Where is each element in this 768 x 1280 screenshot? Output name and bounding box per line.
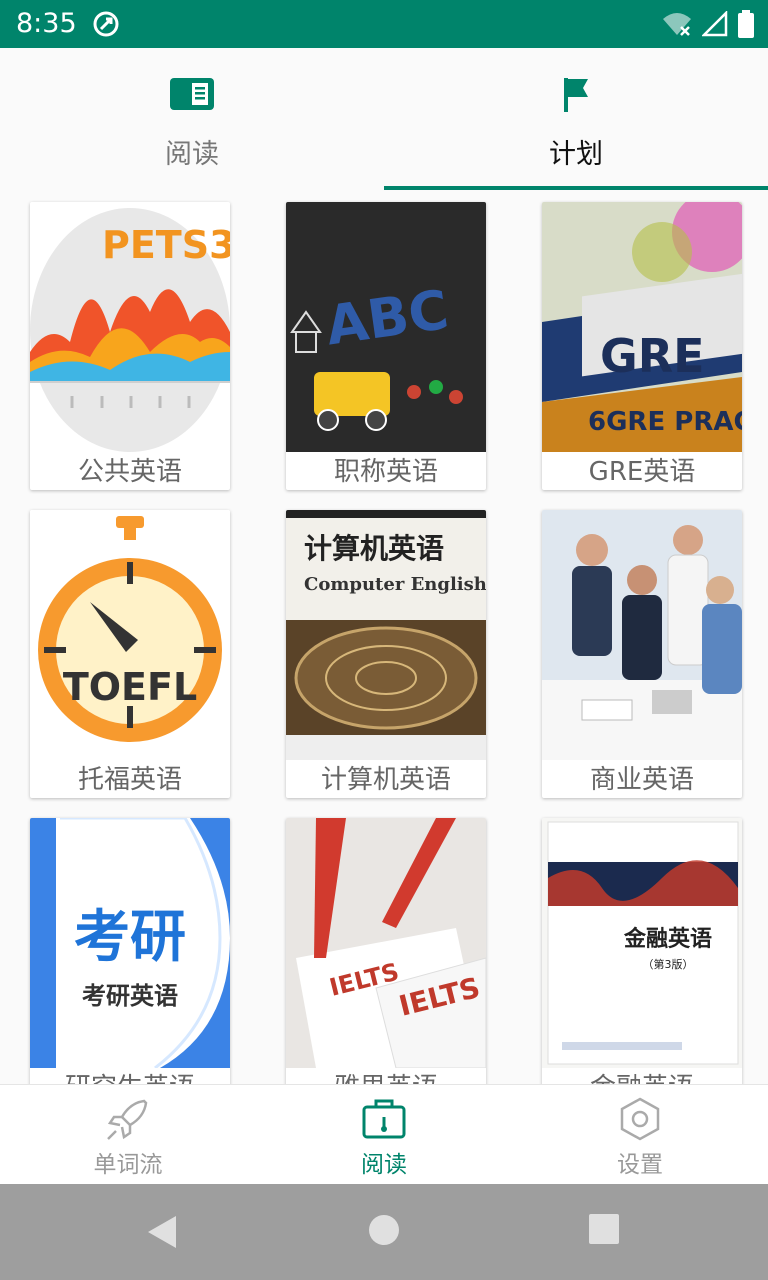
- course-thumbnail: ABC: [286, 202, 486, 452]
- course-title: 职称英语: [333, 457, 438, 487]
- course-thumbnail: 计算机英语 Computer English: [286, 510, 486, 760]
- course-title: 研究生英语: [30, 1070, 230, 1084]
- course-title: 雅思英语: [286, 1070, 486, 1084]
- status-bar: 8:35: [0, 0, 768, 48]
- battery-icon: [738, 10, 754, 38]
- course-thumbnail: PETS3: [30, 202, 230, 452]
- nav-reading-label: 阅读: [361, 1152, 407, 1178]
- course-card-gre-english[interactable]: GRE 6GRE PRACT GRE英语: [542, 202, 742, 490]
- kaoyan-subtitle: 考研英语: [82, 982, 178, 1010]
- back-icon[interactable]: [146, 1214, 178, 1250]
- finance-book-edition: （第3版）: [643, 957, 694, 971]
- course-thumbnail: [542, 510, 742, 760]
- nav-settings-label: 设置: [617, 1152, 663, 1178]
- status-time: 8:35: [16, 8, 77, 39]
- tab-plan-label: 计划: [549, 139, 603, 170]
- course-card-computer-english[interactable]: 计算机英语 Computer English 计算机英语: [286, 510, 486, 798]
- course-thumbnail: IELTS IELTS: [286, 818, 486, 1068]
- hexagon-settings-icon: [620, 1097, 660, 1141]
- course-title: 公共英语: [77, 457, 182, 487]
- tab-indicator: [384, 186, 768, 190]
- kaoyan-logo-text: 考研: [74, 905, 186, 970]
- course-title: 金融英语: [542, 1070, 742, 1084]
- flag-icon: [564, 78, 588, 112]
- course-card-postgraduate-english[interactable]: 考研 考研英语 研究生英语: [30, 818, 230, 1084]
- course-card-business-english[interactable]: 商业英语: [542, 510, 742, 798]
- cell-signal-icon: [702, 11, 728, 37]
- finance-book-title: 金融英语: [623, 926, 712, 952]
- course-card-public-english[interactable]: PETS3 公共英语: [30, 202, 230, 490]
- gre-practice-text: 6GRE PRACT: [588, 407, 742, 437]
- course-title: 商业英语: [589, 765, 694, 795]
- course-title: 计算机英语: [320, 765, 451, 795]
- course-card-ielts-english[interactable]: IELTS IELTS 雅思英语: [286, 818, 486, 1084]
- computer-book-subtitle: Computer English: [304, 574, 486, 595]
- course-thumbnail: GRE 6GRE PRACT: [542, 202, 742, 452]
- course-card-finance-english[interactable]: 金融英语 （第3版） 金融英语: [542, 818, 742, 1084]
- tab-reading-label: 阅读: [165, 139, 219, 170]
- course-title: 托福英语: [77, 765, 182, 795]
- nav-reading[interactable]: 阅读: [256, 1085, 512, 1185]
- course-card-professional-english[interactable]: ABC 职称英语: [286, 202, 486, 490]
- rocket-icon: [107, 1099, 148, 1140]
- course-thumbnail: 金融英语 （第3版）: [542, 818, 742, 1068]
- computer-book-title: 计算机英语: [304, 532, 444, 565]
- data-saver-icon: [93, 11, 119, 37]
- gre-book-title: GRE: [600, 329, 705, 383]
- system-navigation-bar: [0, 1184, 768, 1280]
- nav-settings[interactable]: 设置: [512, 1085, 768, 1185]
- tab-plan[interactable]: 计划: [384, 48, 768, 192]
- course-thumbnail: TOEFL: [30, 510, 230, 760]
- tab-reading[interactable]: 阅读: [0, 48, 384, 192]
- top-tab-bar: 阅读 计划: [0, 48, 768, 192]
- toefl-logo-text: TOEFL: [63, 665, 197, 709]
- course-card-toefl-english[interactable]: TOEFL 托福英语: [30, 510, 230, 798]
- nav-word-stream-label: 单词流: [93, 1152, 163, 1178]
- course-grid: PETS3 公共英语 ABC 职称英语 GRE 6GRE PRA GRE英语 T…: [0, 192, 768, 1084]
- course-title: GRE英语: [588, 457, 696, 487]
- nav-word-stream[interactable]: 单词流: [0, 1085, 256, 1185]
- course-thumbnail: 考研 考研英语: [30, 818, 230, 1068]
- bottom-navigation: 单词流 阅读 设置: [0, 1084, 768, 1185]
- wifi-off-icon: [663, 13, 691, 36]
- home-icon[interactable]: [368, 1214, 400, 1246]
- briefcase-icon: [362, 1099, 406, 1139]
- recents-icon[interactable]: [589, 1214, 619, 1244]
- pets3-logo-text: PETS3: [102, 223, 230, 267]
- book-icon: [170, 78, 214, 110]
